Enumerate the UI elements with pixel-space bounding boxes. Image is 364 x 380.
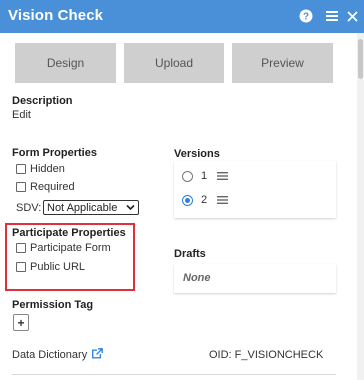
panel-title: Vision Check	[8, 7, 104, 24]
data-dictionary-link[interactable]: Data Dictionary	[12, 349, 87, 361]
versions-heading: Versions	[174, 148, 220, 160]
drafts-empty-text: None	[183, 272, 211, 284]
public-url-checkbox-row[interactable]: Public URL	[16, 261, 85, 273]
version-row[interactable]: 2	[182, 194, 228, 206]
upload-button[interactable]: Upload	[124, 43, 224, 83]
oid-text: OID: F_VISIONCHECK	[209, 349, 324, 361]
version-number: 1	[201, 170, 208, 182]
required-checkbox-row[interactable]: Required	[16, 181, 75, 193]
hidden-checkbox[interactable]	[16, 164, 26, 174]
hidden-label: Hidden	[30, 163, 65, 175]
permission-tag-heading: Permission Tag	[12, 299, 94, 311]
close-icon[interactable]	[346, 9, 360, 23]
drag-handle-icon[interactable]	[217, 196, 228, 204]
drafts-list: None	[174, 264, 336, 293]
version-radio[interactable]	[182, 170, 193, 182]
versions-list: 1 2	[174, 161, 336, 218]
scrollbar-thumb[interactable]	[358, 39, 363, 79]
add-permission-tag-button[interactable]: +	[13, 314, 29, 331]
divider	[12, 374, 336, 375]
version-radio-selected[interactable]	[182, 194, 193, 206]
menu-icon[interactable]	[325, 9, 339, 23]
sdv-select[interactable]: Not Applicable	[43, 200, 139, 215]
drafts-heading: Drafts	[174, 248, 206, 260]
description-heading: Description	[12, 95, 73, 107]
participate-form-label: Participate Form	[30, 242, 111, 254]
participate-properties-heading: Participate Properties	[12, 227, 126, 239]
required-label: Required	[30, 181, 75, 193]
participate-form-checkbox[interactable]	[16, 243, 26, 253]
drag-handle-icon[interactable]	[217, 172, 228, 180]
svg-text:?: ?	[303, 12, 309, 23]
version-number: 2	[201, 194, 208, 206]
sdv-label: SDV:	[16, 202, 42, 214]
chevron-down-icon	[126, 204, 135, 211]
version-row[interactable]: 1	[182, 170, 228, 182]
required-checkbox[interactable]	[16, 182, 26, 192]
external-link-icon[interactable]	[92, 348, 103, 359]
participate-form-checkbox-row[interactable]: Participate Form	[16, 242, 111, 254]
preview-button[interactable]: Preview	[232, 43, 333, 83]
panel-header: Vision Check ?	[0, 0, 364, 33]
scrollbar[interactable]	[357, 33, 364, 380]
form-properties-heading: Form Properties	[12, 147, 97, 159]
public-url-label: Public URL	[30, 261, 86, 273]
public-url-checkbox[interactable]	[16, 262, 26, 272]
hidden-checkbox-row[interactable]: Hidden	[16, 163, 65, 175]
help-icon[interactable]: ?	[299, 9, 313, 23]
form-properties-panel: Vision Check ? Design Upload Preview Des…	[0, 0, 364, 380]
description-edit-link[interactable]: Edit	[12, 109, 31, 121]
design-button[interactable]: Design	[15, 43, 116, 83]
sdv-selected-value: Not Applicable	[47, 201, 118, 214]
